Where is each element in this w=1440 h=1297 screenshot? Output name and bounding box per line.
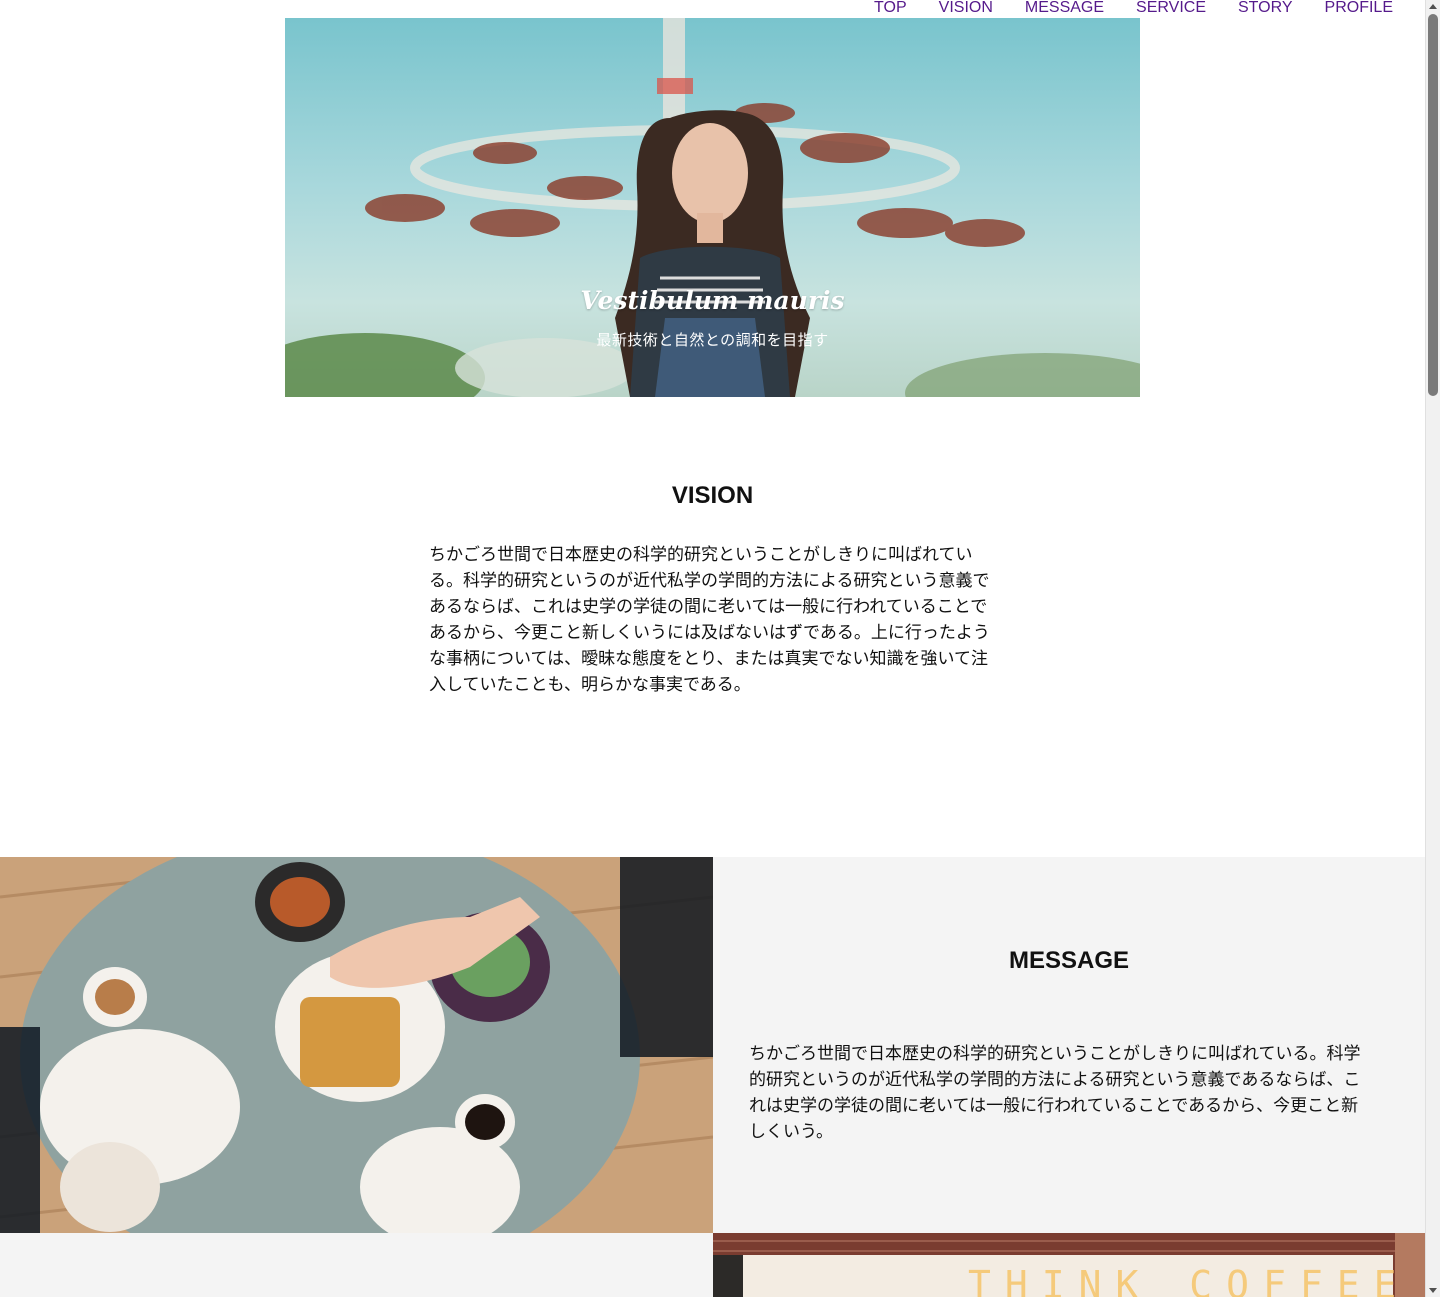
message-body: ちかごろ世間で日本歴史の科学的研究ということがしきりに叫ばれている。科学的研究と… [749, 1044, 1361, 1141]
nav-service[interactable]: SERVICE [1136, 0, 1206, 18]
coffee-sign-text: THINK COFFEE [968, 1263, 1411, 1297]
vision-heading: VISION [671, 482, 754, 509]
nav-story[interactable]: STORY [1238, 0, 1293, 18]
breakfast-table-image [0, 857, 713, 1233]
service-panel [0, 1233, 713, 1297]
nav-vision[interactable]: VISION [939, 0, 993, 18]
vision-body: ちかごろ世間で日本歴史の科学的研究ということがしきりに叫ばれている。科学的研究と… [429, 545, 990, 694]
scroll-thumb[interactable] [1428, 14, 1438, 396]
scroll-up-arrow-icon[interactable] [1429, 4, 1437, 9]
message-image [0, 857, 713, 1233]
hero-subtitle: 最新技術と自然との調和を目指す [596, 332, 829, 349]
coffee-shop-image: THINK COFFEE [713, 1233, 1425, 1297]
main-nav: TOP VISION MESSAGE SERVICE STORY PROFILE [874, 0, 1393, 18]
message-panel: MESSAGE ちかごろ世間で日本歴史の科学的研究ということがしきりに叫ばれてい… [713, 857, 1425, 1233]
scroll-down-arrow-icon[interactable] [1429, 1288, 1437, 1293]
vertical-scrollbar[interactable] [1425, 0, 1440, 1297]
hero-title: Vestibulum mauris [580, 286, 845, 315]
nav-top[interactable]: TOP [874, 0, 907, 18]
hero-section: Vestibulum mauris 最新技術と自然との調和を目指す [285, 18, 1140, 397]
nav-profile[interactable]: PROFILE [1325, 0, 1393, 18]
message-heading: MESSAGE [1008, 947, 1130, 974]
nav-message[interactable]: MESSAGE [1025, 0, 1104, 18]
